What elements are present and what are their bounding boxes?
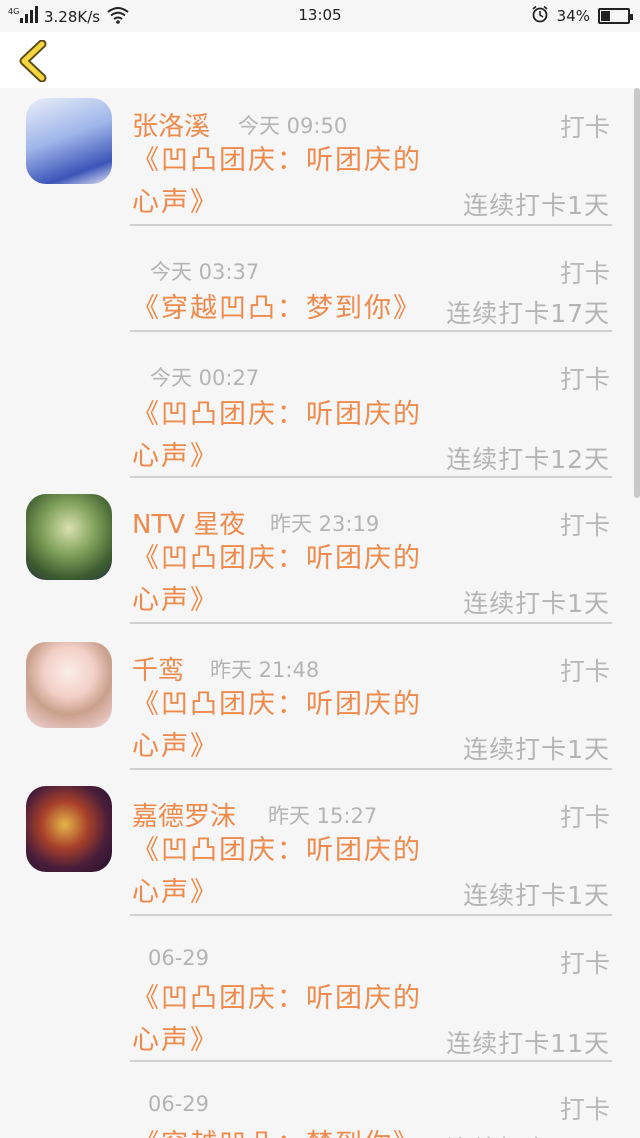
book-title[interactable]: 《凹凸团庆：听团庆的心声》 bbox=[132, 684, 442, 768]
post-time: 06-29 bbox=[148, 946, 210, 970]
checkin-button[interactable]: 打卡 bbox=[560, 254, 610, 290]
user-name[interactable]: NTV 星夜 bbox=[132, 504, 245, 541]
post-time: 今天 09:50 bbox=[238, 114, 348, 138]
chevron-left-icon bbox=[19, 39, 47, 83]
status-bar: 4G 3.28K/s 13:05 34% bbox=[0, 0, 640, 32]
book-title[interactable]: 《凹凸团庆：听团庆的心声》 bbox=[132, 394, 442, 478]
post-time: 昨天 15:27 bbox=[268, 804, 378, 828]
avatar[interactable] bbox=[26, 642, 112, 728]
divider bbox=[130, 768, 612, 770]
streak-text: 连续打卡11天 bbox=[446, 1029, 610, 1058]
post-time: 昨天 23:19 bbox=[270, 512, 380, 536]
streak-text: 连续打卡1天 bbox=[463, 881, 610, 910]
divider bbox=[130, 1060, 612, 1062]
checkin-button[interactable]: 打卡 bbox=[560, 108, 610, 144]
avatar[interactable] bbox=[26, 786, 112, 872]
post-time: 昨天 21:48 bbox=[210, 658, 320, 682]
user-name[interactable]: 嘉德罗沫 bbox=[132, 796, 236, 833]
divider bbox=[130, 622, 612, 624]
book-title[interactable]: 《穿越凹凸：梦到你》 bbox=[132, 1124, 422, 1138]
alarm-icon bbox=[531, 5, 549, 27]
avatar[interactable] bbox=[26, 98, 112, 184]
book-title[interactable]: 《凹凸团庆：听团庆的心声》 bbox=[132, 978, 442, 1062]
avatar[interactable] bbox=[26, 494, 112, 580]
user-name[interactable]: 千鸾 bbox=[132, 650, 184, 687]
scrollbar[interactable] bbox=[634, 88, 640, 498]
checkin-button[interactable]: 打卡 bbox=[560, 798, 610, 834]
post-time: 06-29 bbox=[148, 1092, 210, 1116]
checkin-button[interactable]: 打卡 bbox=[560, 652, 610, 688]
streak-text: 连续打卡1天 bbox=[463, 589, 610, 618]
streak-text: 连续打卡17天 bbox=[446, 299, 610, 328]
book-title[interactable]: 《凹凸团庆：听团庆的心声》 bbox=[132, 538, 442, 622]
post-time: 今天 00:27 bbox=[150, 366, 260, 390]
battery-icon bbox=[598, 8, 633, 24]
checkin-feed[interactable]: 张洛溪 今天 09:50 打卡 《凹凸团庆：听团庆的心声》 连续打卡1天 今天 … bbox=[0, 88, 640, 1138]
streak-text: 连续打卡12天 bbox=[446, 445, 610, 474]
user-name[interactable]: 张洛溪 bbox=[132, 106, 210, 143]
checkin-button[interactable]: 打卡 bbox=[560, 944, 610, 980]
streak-text: 连续打卡1天 bbox=[463, 191, 610, 220]
divider bbox=[130, 330, 612, 332]
checkin-button[interactable]: 打卡 bbox=[560, 1090, 610, 1126]
book-title[interactable]: 《凹凸团庆：听团庆的心声》 bbox=[132, 140, 442, 224]
checkin-button[interactable]: 打卡 bbox=[560, 506, 610, 542]
header bbox=[0, 32, 640, 88]
divider bbox=[130, 914, 612, 916]
divider bbox=[130, 476, 612, 478]
checkin-button[interactable]: 打卡 bbox=[560, 360, 610, 396]
divider bbox=[130, 224, 612, 226]
book-title[interactable]: 《穿越凹凸：梦到你》 bbox=[132, 288, 422, 330]
post-time: 今天 03:37 bbox=[150, 260, 260, 284]
streak-text: 连续打卡16天 bbox=[446, 1130, 610, 1138]
streak-text: 连续打卡1天 bbox=[463, 735, 610, 764]
book-title[interactable]: 《凹凸团庆：听团庆的心声》 bbox=[132, 830, 442, 914]
battery-percent: 34% bbox=[556, 7, 590, 25]
back-button[interactable] bbox=[16, 39, 52, 83]
